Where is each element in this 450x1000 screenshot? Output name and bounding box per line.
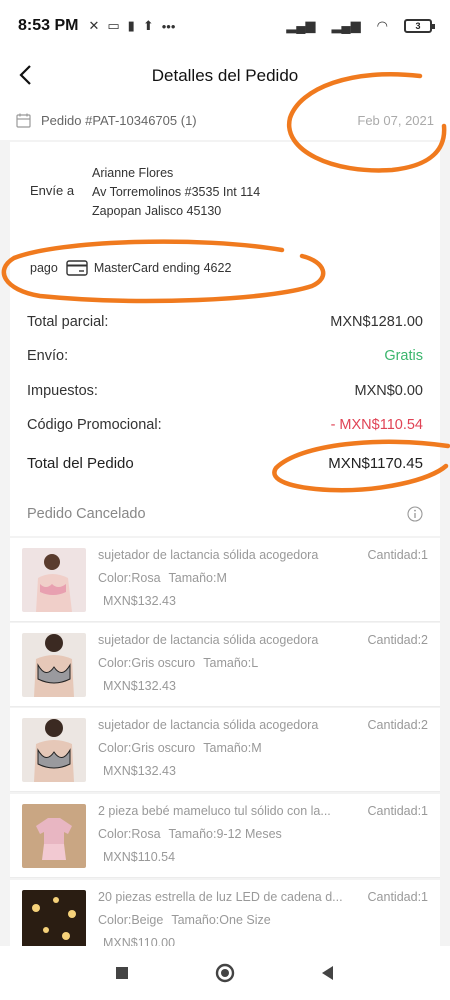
product-color: Color:Gris oscuro [98, 656, 196, 670]
info-icon[interactable] [407, 506, 423, 522]
order-number: Pedido #PAT-10346705 (1) [41, 112, 197, 128]
order-status: Pedido Cancelado [27, 506, 146, 522]
product-name: 20 piezas estrella de luz LED de cadena … [98, 890, 343, 904]
battery-icon: 3 [404, 19, 435, 33]
signal-icon: ▂▄▆ [286, 18, 316, 33]
product-thumbnail [22, 804, 86, 868]
order-meta: Pedido #PAT-10346705 (1) Feb 07, 2021 [0, 100, 450, 140]
product-quantity: Cantidad:1 [367, 548, 428, 562]
product-attributes: Color:Rosa Tamaño:9-12 Meses [98, 827, 290, 841]
product-color: Color:Gris oscuro [98, 741, 196, 755]
tax-label: Impuestos: [27, 383, 98, 399]
list-item[interactable]: sujetador de lactancia sólida acogedora … [10, 708, 440, 792]
tax-row: Impuestos: MXN$0.00 [27, 383, 423, 399]
product-attributes: Color:Gris oscuro Tamaño:L [98, 656, 266, 670]
address-line-2: Zapopan Jalisco 45130 [92, 204, 222, 218]
order-total-row: Total del Pedido MXN$1170.45 [27, 455, 423, 472]
product-quantity: Cantidad:1 [367, 804, 428, 818]
calendar-icon [16, 113, 31, 128]
product-size: Tamaño:M [168, 571, 227, 585]
promo-value: - MXN$110.54 [330, 417, 423, 433]
product-name: sujetador de lactancia sólida acogedora [98, 633, 319, 647]
product-color: Color:Rosa [98, 827, 161, 841]
cast-icon: ▭ [107, 18, 120, 33]
product-quantity: Cantidad:1 [367, 890, 428, 904]
shipping-label: Envíe a [30, 183, 75, 198]
shipping-cost-value: Gratis [384, 348, 423, 364]
list-item[interactable]: sujetador de lactancia sólida acogedora … [10, 538, 440, 622]
product-price: MXN$110.00 [103, 936, 176, 946]
product-size: Tamaño:9-12 Meses [168, 827, 282, 841]
status-bar: 8:53 PM ✕ ▭ ▮ ⬆ ••• ▂▄▆ ▂▄▆ ◠ 3 [0, 0, 450, 52]
subtotal-row: Total parcial: MXN$1281.00 [27, 314, 423, 330]
product-size: Tamaño:One Size [171, 913, 271, 927]
subtotal-label: Total parcial: [27, 314, 109, 330]
shipping-address: Arianne Flores Av Torremolinos #3535 Int… [92, 164, 260, 221]
signal-icon-2: ▂▄▆ [331, 18, 361, 33]
order-date: Feb 07, 2021 [357, 112, 434, 128]
product-price: MXN$132.43 [103, 594, 176, 608]
promo-label: Código Promocional: [27, 417, 162, 433]
dnd-icon: ✕ [88, 18, 100, 33]
order-details-card: Envíe a Arianne Flores Av Torremolinos #… [10, 142, 440, 536]
list-item[interactable]: sujetador de lactancia sólida acogedora … [10, 623, 440, 707]
shipping-cost-label: Envío: [27, 348, 69, 364]
address-line-1: Av Torremolinos #3535 Int 114 [92, 185, 261, 199]
subtotal-value: MXN$1281.00 [330, 314, 423, 330]
back-arrow-icon[interactable] [14, 62, 40, 88]
product-color: Color:Beige [98, 913, 164, 927]
product-price: MXN$132.43 [103, 764, 176, 778]
product-size: Tamaño:L [203, 656, 259, 670]
product-thumbnail [22, 548, 86, 612]
more-dots-icon: ••• [161, 18, 176, 34]
product-size: Tamaño:M [203, 741, 262, 755]
recipient-name: Arianne Flores [92, 166, 174, 180]
shipping-section: Envíe a Arianne Flores Av Torremolinos #… [30, 164, 260, 221]
product-attributes: Color:Rosa Tamaño:M [98, 571, 235, 585]
product-thumbnail [22, 718, 86, 782]
product-name: sujetador de lactancia sólida acogedora [98, 718, 319, 732]
list-item[interactable]: 2 pieza bebé mameluco tul sólido con la.… [10, 794, 440, 878]
product-attributes: Color:Gris oscuro Tamaño:M [98, 741, 270, 755]
product-color: Color:Rosa [98, 571, 161, 585]
product-attributes: Color:Beige Tamaño:One Size [98, 913, 279, 927]
payment-method: MasterCard ending 4622 [93, 261, 232, 275]
product-price: MXN$110.54 [103, 850, 176, 864]
tax-value: MXN$0.00 [354, 383, 423, 399]
promo-row: Código Promocional: - MXN$110.54 [27, 417, 423, 433]
product-name: sujetador de lactancia sólida acogedora [98, 548, 319, 562]
order-status-row: Pedido Cancelado [27, 506, 423, 522]
upload-icon: ⬆ [142, 18, 154, 33]
product-price: MXN$132.43 [103, 679, 176, 693]
product-quantity: Cantidad:2 [367, 633, 428, 647]
status-time: 8:53 PM [18, 17, 79, 34]
wifi-icon: ◠ [376, 18, 388, 33]
payment-section: pago MasterCard ending 4622 [30, 260, 231, 276]
recents-square-icon[interactable] [112, 963, 132, 983]
product-quantity: Cantidad:2 [367, 718, 428, 732]
credit-card-icon [66, 260, 88, 276]
product-thumbnail [22, 890, 86, 946]
home-circle-icon[interactable] [215, 963, 235, 983]
system-nav-bar [0, 946, 450, 1000]
order-total-label: Total del Pedido [27, 455, 134, 472]
order-total-value: MXN$1170.45 [328, 455, 423, 472]
page-title: Detalles del Pedido [151, 66, 299, 85]
list-item[interactable]: 20 piezas estrella de luz LED de cadena … [10, 880, 440, 946]
app-header: Detalles del Pedido [0, 52, 450, 100]
sim-icon: ▮ [127, 18, 135, 33]
shipping-cost-row: Envío: Gratis [27, 348, 423, 364]
payment-label: pago [30, 261, 58, 275]
back-triangle-icon[interactable] [318, 963, 338, 983]
product-thumbnail [22, 633, 86, 697]
product-name: 2 pieza bebé mameluco tul sólido con la.… [98, 804, 331, 818]
